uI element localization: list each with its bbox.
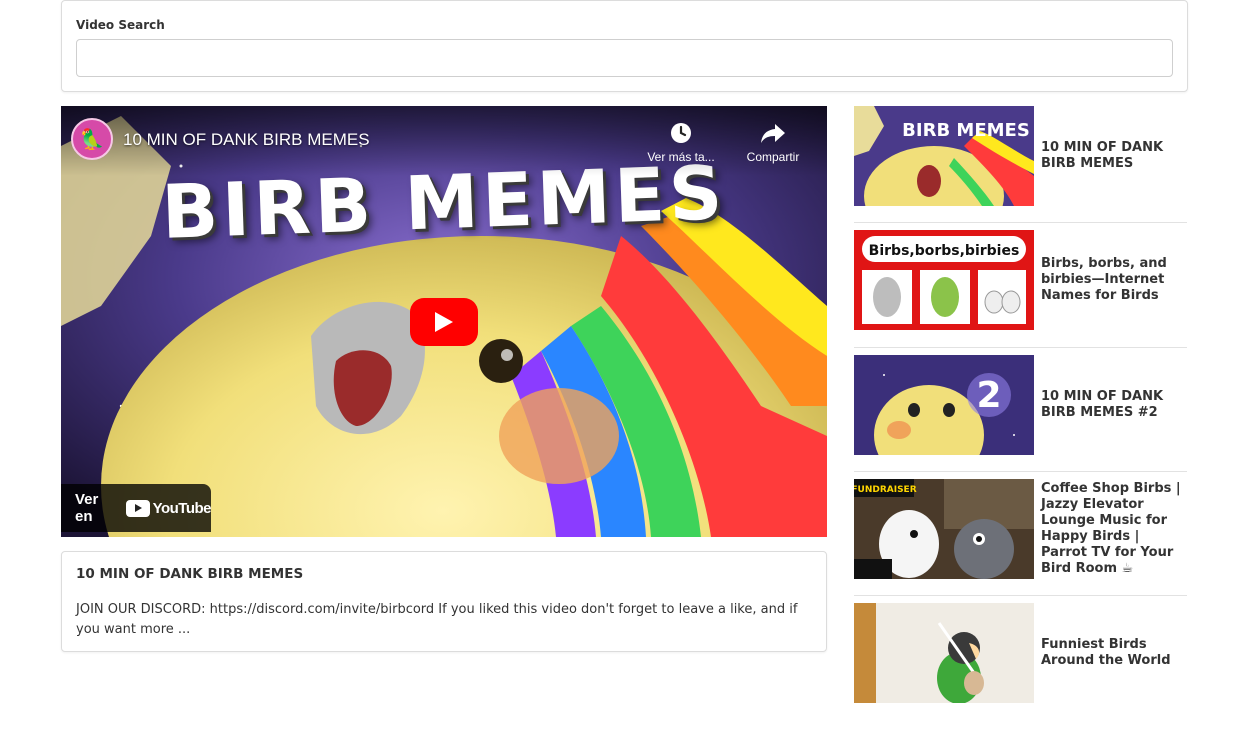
related-video-item[interactable]: BIRB MEMES 10 MIN OF DANK BIRB MEMES bbox=[854, 106, 1187, 206]
related-video-item[interactable]: 2 10 MIN OF DANK BIRB MEMES #2 bbox=[854, 355, 1187, 455]
thumbnail-text: BIRB MEMES bbox=[902, 120, 1030, 141]
parrot-avatar-icon[interactable]: 🦜 bbox=[71, 118, 113, 160]
divider bbox=[854, 222, 1187, 223]
clock-icon bbox=[661, 120, 701, 146]
related-video-title[interactable]: 10 MIN OF DANK BIRB MEMES #2 bbox=[1041, 389, 1187, 421]
divider bbox=[854, 471, 1187, 472]
play-button[interactable] bbox=[410, 298, 478, 346]
watch-later-label: Ver más ta... bbox=[647, 150, 715, 164]
youtube-logo-icon: YouTube bbox=[125, 499, 212, 517]
related-video-title[interactable]: Coffee Shop Birbs | Jazzy Elevator Loung… bbox=[1041, 481, 1187, 577]
related-video-title[interactable]: 10 MIN OF DANK BIRB MEMES bbox=[1041, 140, 1187, 172]
related-video-item[interactable]: FUNDRAISER Coffee Shop Birbs | Jazzy Ele… bbox=[854, 479, 1187, 579]
watch-later-button[interactable]: Ver más ta... bbox=[639, 120, 723, 164]
thumbnail-text: FUNDRAISER bbox=[854, 485, 917, 495]
divider bbox=[854, 595, 1187, 596]
video-thumbnail[interactable]: FUNDRAISER bbox=[854, 479, 1034, 579]
watch-on-youtube-button[interactable]: Ver en YouTube bbox=[61, 484, 212, 532]
related-video-title[interactable]: Birbs, borbs, and birbies—Internet Names… bbox=[1041, 256, 1187, 304]
video-description: JOIN OUR DISCORD: https://discord.com/in… bbox=[76, 602, 798, 637]
thumbnail-text: Birbs,borbs,birbies bbox=[869, 243, 1020, 259]
share-label: Compartir bbox=[746, 150, 800, 164]
share-icon bbox=[753, 120, 793, 146]
search-input[interactable] bbox=[76, 39, 1173, 77]
video-title: 10 MIN OF DANK BIRB MEMES bbox=[76, 566, 304, 582]
search-card: Video Search bbox=[61, 0, 1188, 92]
video-thumbnail[interactable]: 2 bbox=[854, 355, 1034, 455]
youtube-label: YouTube bbox=[152, 499, 212, 517]
watch-on-label: Ver en bbox=[75, 491, 99, 525]
video-thumbnail[interactable] bbox=[854, 603, 1034, 703]
video-player[interactable]: BIRB MEMES 🦜 10 MIN OF DANK BIRB MEMES V… bbox=[61, 106, 827, 537]
play-icon bbox=[435, 312, 453, 332]
share-button[interactable]: Compartir bbox=[731, 120, 815, 164]
video-thumbnail[interactable]: BIRB MEMES bbox=[854, 106, 1034, 206]
divider bbox=[854, 347, 1187, 348]
video-info-card: 10 MIN OF DANK BIRB MEMES JOIN OUR DISCO… bbox=[61, 551, 827, 652]
search-label: Video Search bbox=[76, 18, 165, 32]
player-title[interactable]: 10 MIN OF DANK BIRB MEMES bbox=[123, 130, 370, 150]
related-video-title[interactable]: Funniest Birds Around the World bbox=[1041, 637, 1187, 669]
related-video-item[interactable]: Birbs,borbs,birbies Birbs, borbs, and bi… bbox=[854, 230, 1187, 330]
thumbnail-text: 2 bbox=[976, 375, 1001, 416]
related-video-item[interactable]: Funniest Birds Around the World bbox=[854, 603, 1187, 703]
video-thumbnail[interactable]: Birbs,borbs,birbies bbox=[854, 230, 1034, 330]
